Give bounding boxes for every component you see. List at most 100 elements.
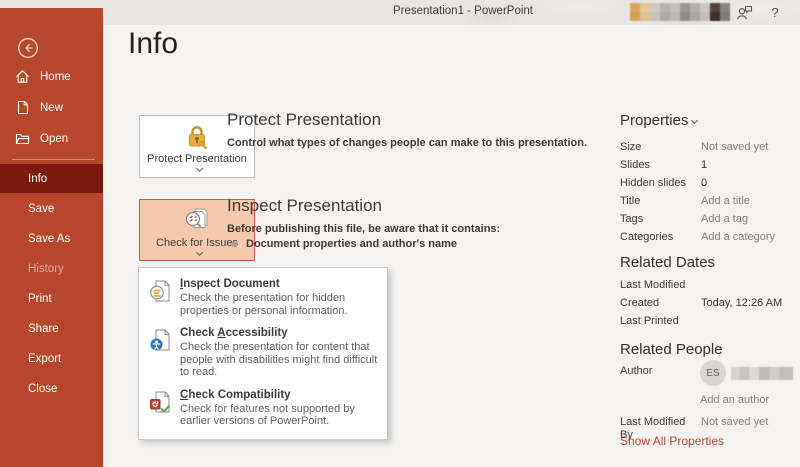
backstage-sidebar: Home New Open Info Save Save As History … (0, 8, 103, 467)
protect-heading: Protect Presentation (227, 110, 381, 130)
check-accessibility-icon (148, 327, 174, 379)
property-label: Created (620, 297, 701, 310)
related-people-heading: Related People (620, 341, 723, 358)
sidebar-item-save-as[interactable]: Save As (0, 224, 103, 253)
sidebar-item-label: Close (28, 383, 57, 395)
property-value: 0 (701, 177, 707, 190)
check-compatibility-icon (148, 389, 174, 428)
open-folder-icon (15, 131, 30, 146)
window-title: Presentation1 - PowerPoint (393, 5, 533, 17)
property-value: Not saved yet (701, 141, 768, 154)
inspect-bullet-row: Document properties and author's name (232, 238, 457, 250)
property-label: Hidden slides (620, 177, 701, 190)
property-label: Title (620, 195, 701, 208)
sidebar-top-nav: Home New Open (0, 61, 103, 154)
property-row-hidden-slides: Hidden slides 0 (620, 177, 795, 190)
property-label: Last Printed (620, 315, 701, 328)
chevron-down-icon (195, 164, 202, 171)
property-row-tags: Tags Add a tag (620, 213, 795, 226)
sidebar-item-label: Home (40, 71, 71, 83)
sidebar-item-label: Save As (28, 233, 70, 245)
author-name-redacted (731, 367, 793, 380)
menu-item-check-compatibility[interactable]: Check Compatibility Check for features n… (139, 384, 387, 433)
property-value: Today, 12:26 AM (701, 297, 782, 310)
date-row-created: Created Today, 12:26 AM (620, 297, 795, 310)
sidebar-item-label: Print (28, 293, 52, 305)
title-bar: Presentation1 - PowerPoint ? (0, 0, 800, 25)
new-document-icon (15, 100, 30, 115)
menu-item-description: Check the presentation for content that … (180, 341, 378, 379)
account-name-redacted[interactable] (630, 3, 730, 21)
inspect-description: Before publishing this file, be aware th… (227, 223, 500, 235)
add-author-row: Add an author (700, 394, 800, 407)
page-title: Info (128, 27, 178, 61)
inspect-document-icon (148, 278, 174, 317)
protect-description: Control what types of changes people can… (227, 137, 587, 149)
menu-item-title: Inspect Document (180, 278, 378, 291)
sidebar-item-history: History (0, 254, 103, 283)
property-row-categories: Categories Add a category (620, 231, 795, 244)
sidebar-item-print[interactable]: Print (0, 284, 103, 313)
property-row-slides: Slides 1 (620, 159, 795, 172)
author-avatar[interactable]: ES (700, 360, 726, 386)
property-label: Size (620, 141, 701, 154)
button-label: Check for Issues (156, 237, 238, 250)
sidebar-item-label: Export (28, 353, 61, 365)
related-dates-heading: Related Dates (620, 254, 715, 271)
sidebar-item-label: Save (28, 203, 54, 215)
check-for-issues-menu: Inspect Document Check the presentation … (138, 267, 388, 440)
menu-item-text: Check Accessibility Check the presentati… (180, 327, 378, 379)
chevron-down-icon (691, 117, 698, 124)
property-label: Last Modified (620, 279, 701, 292)
inspect-magnifier-icon (183, 206, 211, 234)
sidebar-item-close[interactable]: Close (0, 374, 103, 403)
sidebar-item-info[interactable]: Info (0, 164, 103, 193)
sidebar-item-label: History (28, 263, 64, 275)
add-tag-field[interactable]: Add a tag (701, 213, 748, 226)
property-label: Categories (620, 231, 701, 244)
sidebar-item-label: New (40, 102, 63, 114)
help-icon[interactable]: ? (766, 4, 784, 21)
properties-heading-label: Properties (620, 112, 688, 129)
sidebar-menu: Info Save Save As History Print Share Ex… (0, 164, 103, 404)
sidebar-item-new[interactable]: New (0, 92, 103, 123)
add-title-field[interactable]: Add a title (701, 195, 750, 208)
sidebar-item-label: Info (28, 173, 47, 185)
sidebar-item-save[interactable]: Save (0, 194, 103, 223)
add-author-field[interactable]: Add an author (700, 394, 769, 407)
menu-item-description: Check the presentation for hidden proper… (180, 292, 378, 317)
chevron-down-icon (195, 248, 202, 255)
sidebar-item-export[interactable]: Export (0, 344, 103, 373)
inspect-heading: Inspect Presentation (227, 196, 382, 216)
inspect-bullet-text: Document properties and author's name (246, 238, 457, 250)
menu-item-title: Check Compatibility (180, 389, 378, 402)
button-label: Protect Presentation (147, 153, 247, 166)
properties-heading[interactable]: Properties (620, 112, 697, 129)
bullet-icon (232, 242, 237, 247)
menu-item-description: Check for features not supported by earl… (180, 403, 378, 428)
sidebar-item-open[interactable]: Open (0, 123, 103, 154)
property-row-title: Title Add a title (620, 195, 795, 208)
sidebar-divider (12, 159, 95, 160)
show-all-properties-link[interactable]: Show All Properties (620, 434, 724, 448)
sidebar-item-home[interactable]: Home (0, 61, 103, 92)
menu-item-inspect-document[interactable]: Inspect Document Check the presentation … (139, 273, 387, 322)
property-label: Slides (620, 159, 701, 172)
menu-item-text: Inspect Document Check the presentation … (180, 278, 378, 317)
home-icon (15, 69, 30, 84)
menu-item-text: Check Compatibility Check for features n… (180, 389, 378, 428)
back-button[interactable] (17, 37, 39, 59)
sidebar-item-label: Share (28, 323, 59, 335)
add-category-field[interactable]: Add a category (701, 231, 775, 244)
sidebar-item-share[interactable]: Share (0, 314, 103, 343)
date-row-last-printed: Last Printed (620, 315, 795, 328)
property-label: Author (620, 365, 701, 378)
feedback-icon[interactable] (735, 4, 753, 21)
property-row-size: Size Not saved yet (620, 141, 795, 154)
property-value: 1 (701, 159, 707, 172)
property-label: Tags (620, 213, 701, 226)
menu-item-check-accessibility[interactable]: Check Accessibility Check the presentati… (139, 322, 387, 384)
menu-item-title: Check Accessibility (180, 327, 378, 340)
date-row-last-modified: Last Modified (620, 279, 795, 292)
sidebar-item-label: Open (40, 133, 68, 145)
